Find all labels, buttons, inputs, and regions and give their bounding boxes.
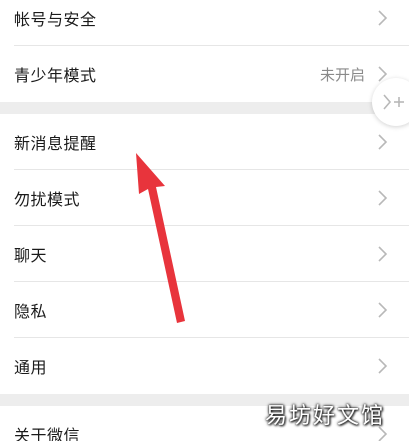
settings-row-new-message-alert[interactable]: 新消息提醒 xyxy=(0,114,409,170)
teen-mode-status: 未开启 xyxy=(319,65,365,84)
settings-row-chat[interactable]: 聊天 xyxy=(0,226,409,282)
settings-row-label: 隐私 xyxy=(14,302,48,321)
settings-row-label: 通用 xyxy=(14,358,48,377)
chevron-right-icon xyxy=(378,134,388,150)
settings-row-do-not-disturb[interactable]: 勿扰模式 xyxy=(0,170,409,226)
expand-icon xyxy=(383,94,404,110)
chevron-right-icon xyxy=(378,358,388,374)
chevron-right-icon xyxy=(378,302,388,318)
settings-row-label: 帐号与安全 xyxy=(14,10,97,29)
settings-row-label: 勿扰模式 xyxy=(14,190,81,209)
chevron-right-icon xyxy=(378,10,388,26)
watermark-text: 易坊好文馆 xyxy=(264,404,385,429)
chevron-right-icon xyxy=(378,246,388,262)
settings-row-account-security[interactable]: 帐号与安全 xyxy=(0,0,409,46)
settings-group-general: 新消息提醒 勿扰模式 聊天 隐私 通用 xyxy=(0,114,409,394)
settings-row-label: 青少年模式 xyxy=(14,66,97,85)
settings-row-label: 关于微信 xyxy=(14,426,81,441)
wechat-settings-screen: 帐号与安全 青少年模式 未开启 新消息提醒 勿扰模式 聊天 隐私 通用 关于微信… xyxy=(0,0,409,441)
settings-row-teen-mode[interactable]: 青少年模式 未开启 xyxy=(0,46,409,102)
settings-row-label: 新消息提醒 xyxy=(14,134,97,153)
chevron-right-icon xyxy=(378,190,388,206)
settings-row-general[interactable]: 通用 xyxy=(0,338,409,394)
settings-group-account: 帐号与安全 青少年模式 未开启 xyxy=(0,0,409,102)
settings-row-label: 聊天 xyxy=(14,246,48,265)
settings-row-privacy[interactable]: 隐私 xyxy=(0,282,409,338)
